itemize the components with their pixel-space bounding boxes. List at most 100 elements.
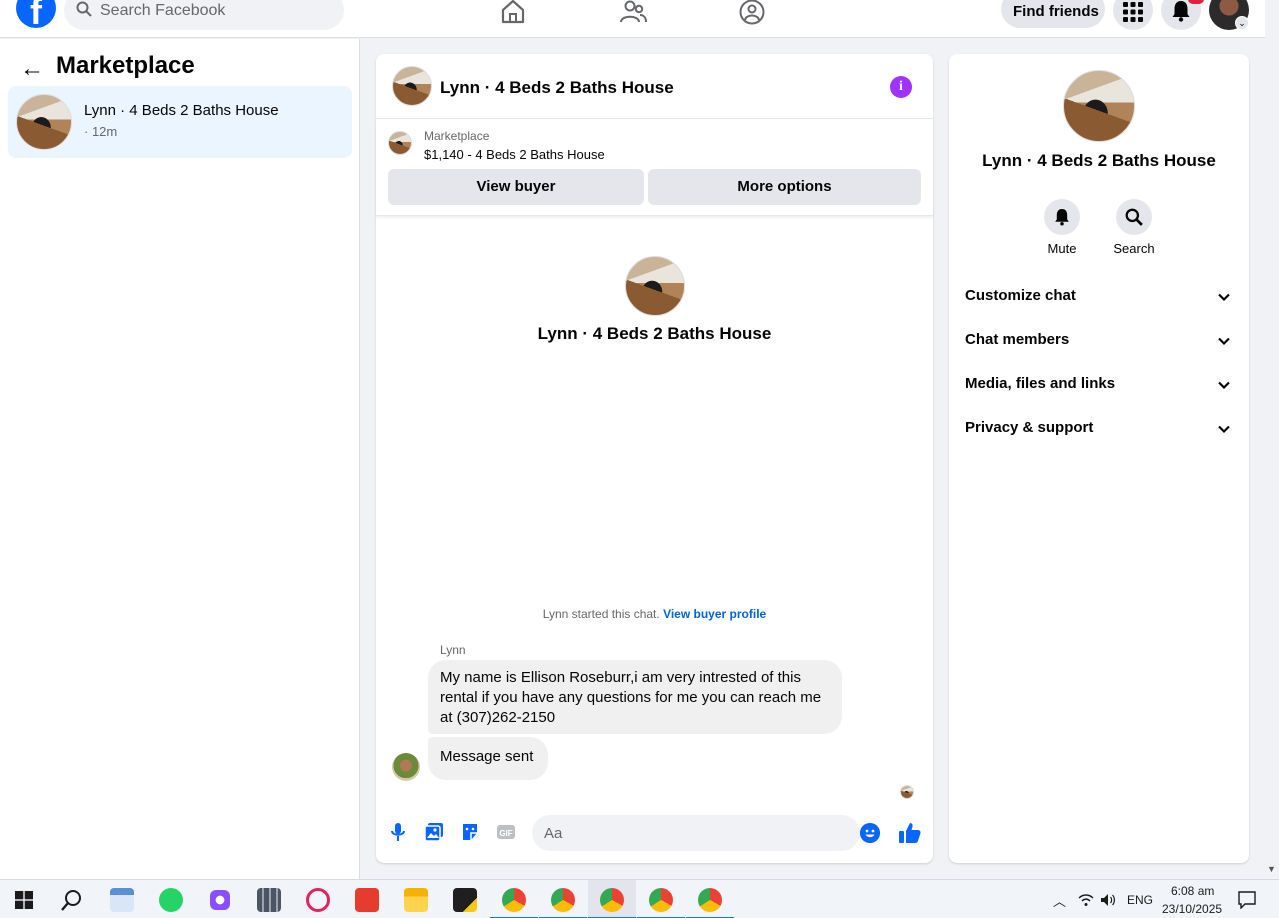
chat-members-section[interactable]: Chat members xyxy=(965,331,1233,361)
chrome-icon xyxy=(551,888,575,912)
snipping-tool-icon xyxy=(306,888,330,912)
taskbar-search-icon[interactable] xyxy=(61,889,83,911)
more-options-button[interactable]: More options xyxy=(648,169,921,205)
chat-header: Lynn · 4 Beds 2 Baths House i xyxy=(376,54,933,119)
volume-icon[interactable] xyxy=(1100,892,1116,908)
listing-title[interactable]: $1,140 - 4 Beds 2 Baths House xyxy=(424,147,605,162)
clock-time[interactable]: 6:08 am xyxy=(1171,884,1214,898)
windows-taskbar: ︿ ENG 6:08 am 23/10/2025 xyxy=(0,879,1279,918)
chat-intro-avatar xyxy=(625,256,685,316)
notification-center-icon[interactable] xyxy=(1238,891,1256,909)
customize-chat-section[interactable]: Customize chat xyxy=(965,287,1233,317)
taskbar-app-sticky-notes[interactable] xyxy=(441,880,489,918)
section-label: Privacy & support xyxy=(965,419,1094,436)
privacy-support-section[interactable]: Privacy & support xyxy=(965,419,1233,449)
gif-icon[interactable]: GIF xyxy=(496,822,516,842)
search-circle xyxy=(1116,199,1152,235)
taskbar-app-chrome-5[interactable] xyxy=(686,880,734,918)
clock-date[interactable]: 23/10/2025 xyxy=(1162,902,1222,916)
search-input[interactable]: Search Facebook xyxy=(64,0,344,30)
section-label: Customize chat xyxy=(965,287,1076,304)
search-conversation-button[interactable]: Search xyxy=(1104,199,1164,256)
search-placeholder: Search Facebook xyxy=(100,2,226,19)
app-purple-icon xyxy=(210,890,230,910)
taskbar-app-snipping[interactable] xyxy=(294,880,342,918)
message-input[interactable]: Aa xyxy=(532,815,860,851)
message-bubble: Message sent xyxy=(428,737,548,780)
message-bubble: My name is Ellison Roseburr,i am very in… xyxy=(428,660,842,734)
chat-started-text: Lynn started this chat. xyxy=(542,607,660,621)
mute-button[interactable]: Mute xyxy=(1032,199,1092,256)
taskbar-app-notepad[interactable] xyxy=(98,880,146,918)
home-icon[interactable] xyxy=(499,0,527,26)
back-arrow-icon[interactable]: ← xyxy=(20,55,44,83)
sender-avatar[interactable] xyxy=(392,753,420,781)
chat-header-name[interactable]: Lynn · 4 Beds 2 Baths House xyxy=(440,78,674,98)
network-icon[interactable] xyxy=(1078,893,1094,907)
language-indicator[interactable]: ENG xyxy=(1127,893,1153,907)
calculator-icon xyxy=(257,888,281,912)
scrollbar-down-arrow-icon[interactable]: ▼ xyxy=(1267,864,1276,874)
taskbar-app-chrome-1[interactable] xyxy=(490,880,538,918)
taskbar-app-anydesk[interactable] xyxy=(343,880,391,918)
photo-icon[interactable] xyxy=(424,822,444,842)
microphone-icon[interactable] xyxy=(388,822,408,842)
view-buyer-button[interactable]: View buyer xyxy=(388,169,644,205)
taskbar-app-purple[interactable] xyxy=(196,880,244,918)
facebook-logo-icon[interactable]: f xyxy=(16,0,56,28)
find-friends-button[interactable]: Find friends xyxy=(1001,0,1105,28)
chrome-icon xyxy=(600,888,624,912)
listing-source: Marketplace xyxy=(424,129,490,143)
mute-circle xyxy=(1044,199,1080,235)
notification-badge xyxy=(1188,0,1204,4)
search-label: Search xyxy=(1113,241,1155,256)
chevron-down-icon xyxy=(1218,293,1230,302)
bell-icon xyxy=(1172,1,1190,22)
media-files-links-section[interactable]: Media, files and links xyxy=(965,375,1233,405)
search-icon xyxy=(1125,208,1143,226)
menu-button[interactable] xyxy=(1113,0,1153,30)
emoji-icon[interactable] xyxy=(860,823,880,843)
taskbar-app-chrome-4[interactable] xyxy=(637,880,685,918)
conversation-name: Lynn · 4 Beds 2 Baths House xyxy=(84,102,279,119)
seen-indicator-avatar xyxy=(900,785,914,799)
groups-icon[interactable] xyxy=(738,0,766,26)
grid-menu-icon xyxy=(1123,2,1143,22)
windows-start-icon[interactable] xyxy=(15,891,33,909)
document-app-icon xyxy=(110,888,134,912)
friends-icon[interactable] xyxy=(619,0,647,26)
chevron-down-icon xyxy=(1218,337,1230,346)
chevron-down-icon xyxy=(1218,381,1230,390)
sticker-icon[interactable] xyxy=(460,822,480,842)
sidebar-title: Marketplace xyxy=(56,52,195,79)
section-label: Chat members xyxy=(965,331,1070,348)
chat-started-notice: Lynn started this chat. View buyer profi… xyxy=(376,607,933,621)
search-icon xyxy=(76,1,92,17)
section-label: Media, files and links xyxy=(965,375,1116,392)
taskbar-app-chrome-3[interactable] xyxy=(588,880,636,918)
listing-thumbnail[interactable] xyxy=(388,131,412,155)
conversation-item[interactable]: Lynn · 4 Beds 2 Baths House · 12m xyxy=(8,86,352,158)
sticky-notes-icon xyxy=(453,888,477,912)
taskbar-app-chrome-2[interactable] xyxy=(539,880,587,918)
details-avatar[interactable] xyxy=(1063,70,1135,142)
message-composer: GIF Aa xyxy=(376,814,933,854)
tray-overflow-chevron-icon[interactable]: ︿ xyxy=(1053,891,1066,910)
account-chevron-down-icon[interactable]: ⌄ xyxy=(1235,16,1249,30)
taskbar-app-calculator[interactable] xyxy=(245,880,293,918)
top-navigation-bar: f Search Facebook Find friends ⌄ xyxy=(0,0,1265,38)
view-buyer-profile-link[interactable]: View buyer profile xyxy=(663,607,766,621)
chat-header-avatar[interactable] xyxy=(392,66,432,106)
anydesk-icon xyxy=(355,888,379,912)
notifications-button[interactable] xyxy=(1161,0,1201,30)
find-friends-label: Find friends xyxy=(1013,3,1099,20)
details-name: Lynn · 4 Beds 2 Baths House xyxy=(982,151,1216,170)
bell-icon xyxy=(1055,209,1069,226)
taskbar-app-file-explorer[interactable] xyxy=(392,880,440,918)
taskbar-app-whatsapp[interactable] xyxy=(147,880,195,918)
info-icon[interactable]: i xyxy=(890,76,912,98)
thumbs-up-icon[interactable] xyxy=(898,821,922,845)
conversation-avatar xyxy=(16,94,72,150)
chrome-icon xyxy=(698,888,722,912)
svg-text:GIF: GIF xyxy=(499,829,512,838)
